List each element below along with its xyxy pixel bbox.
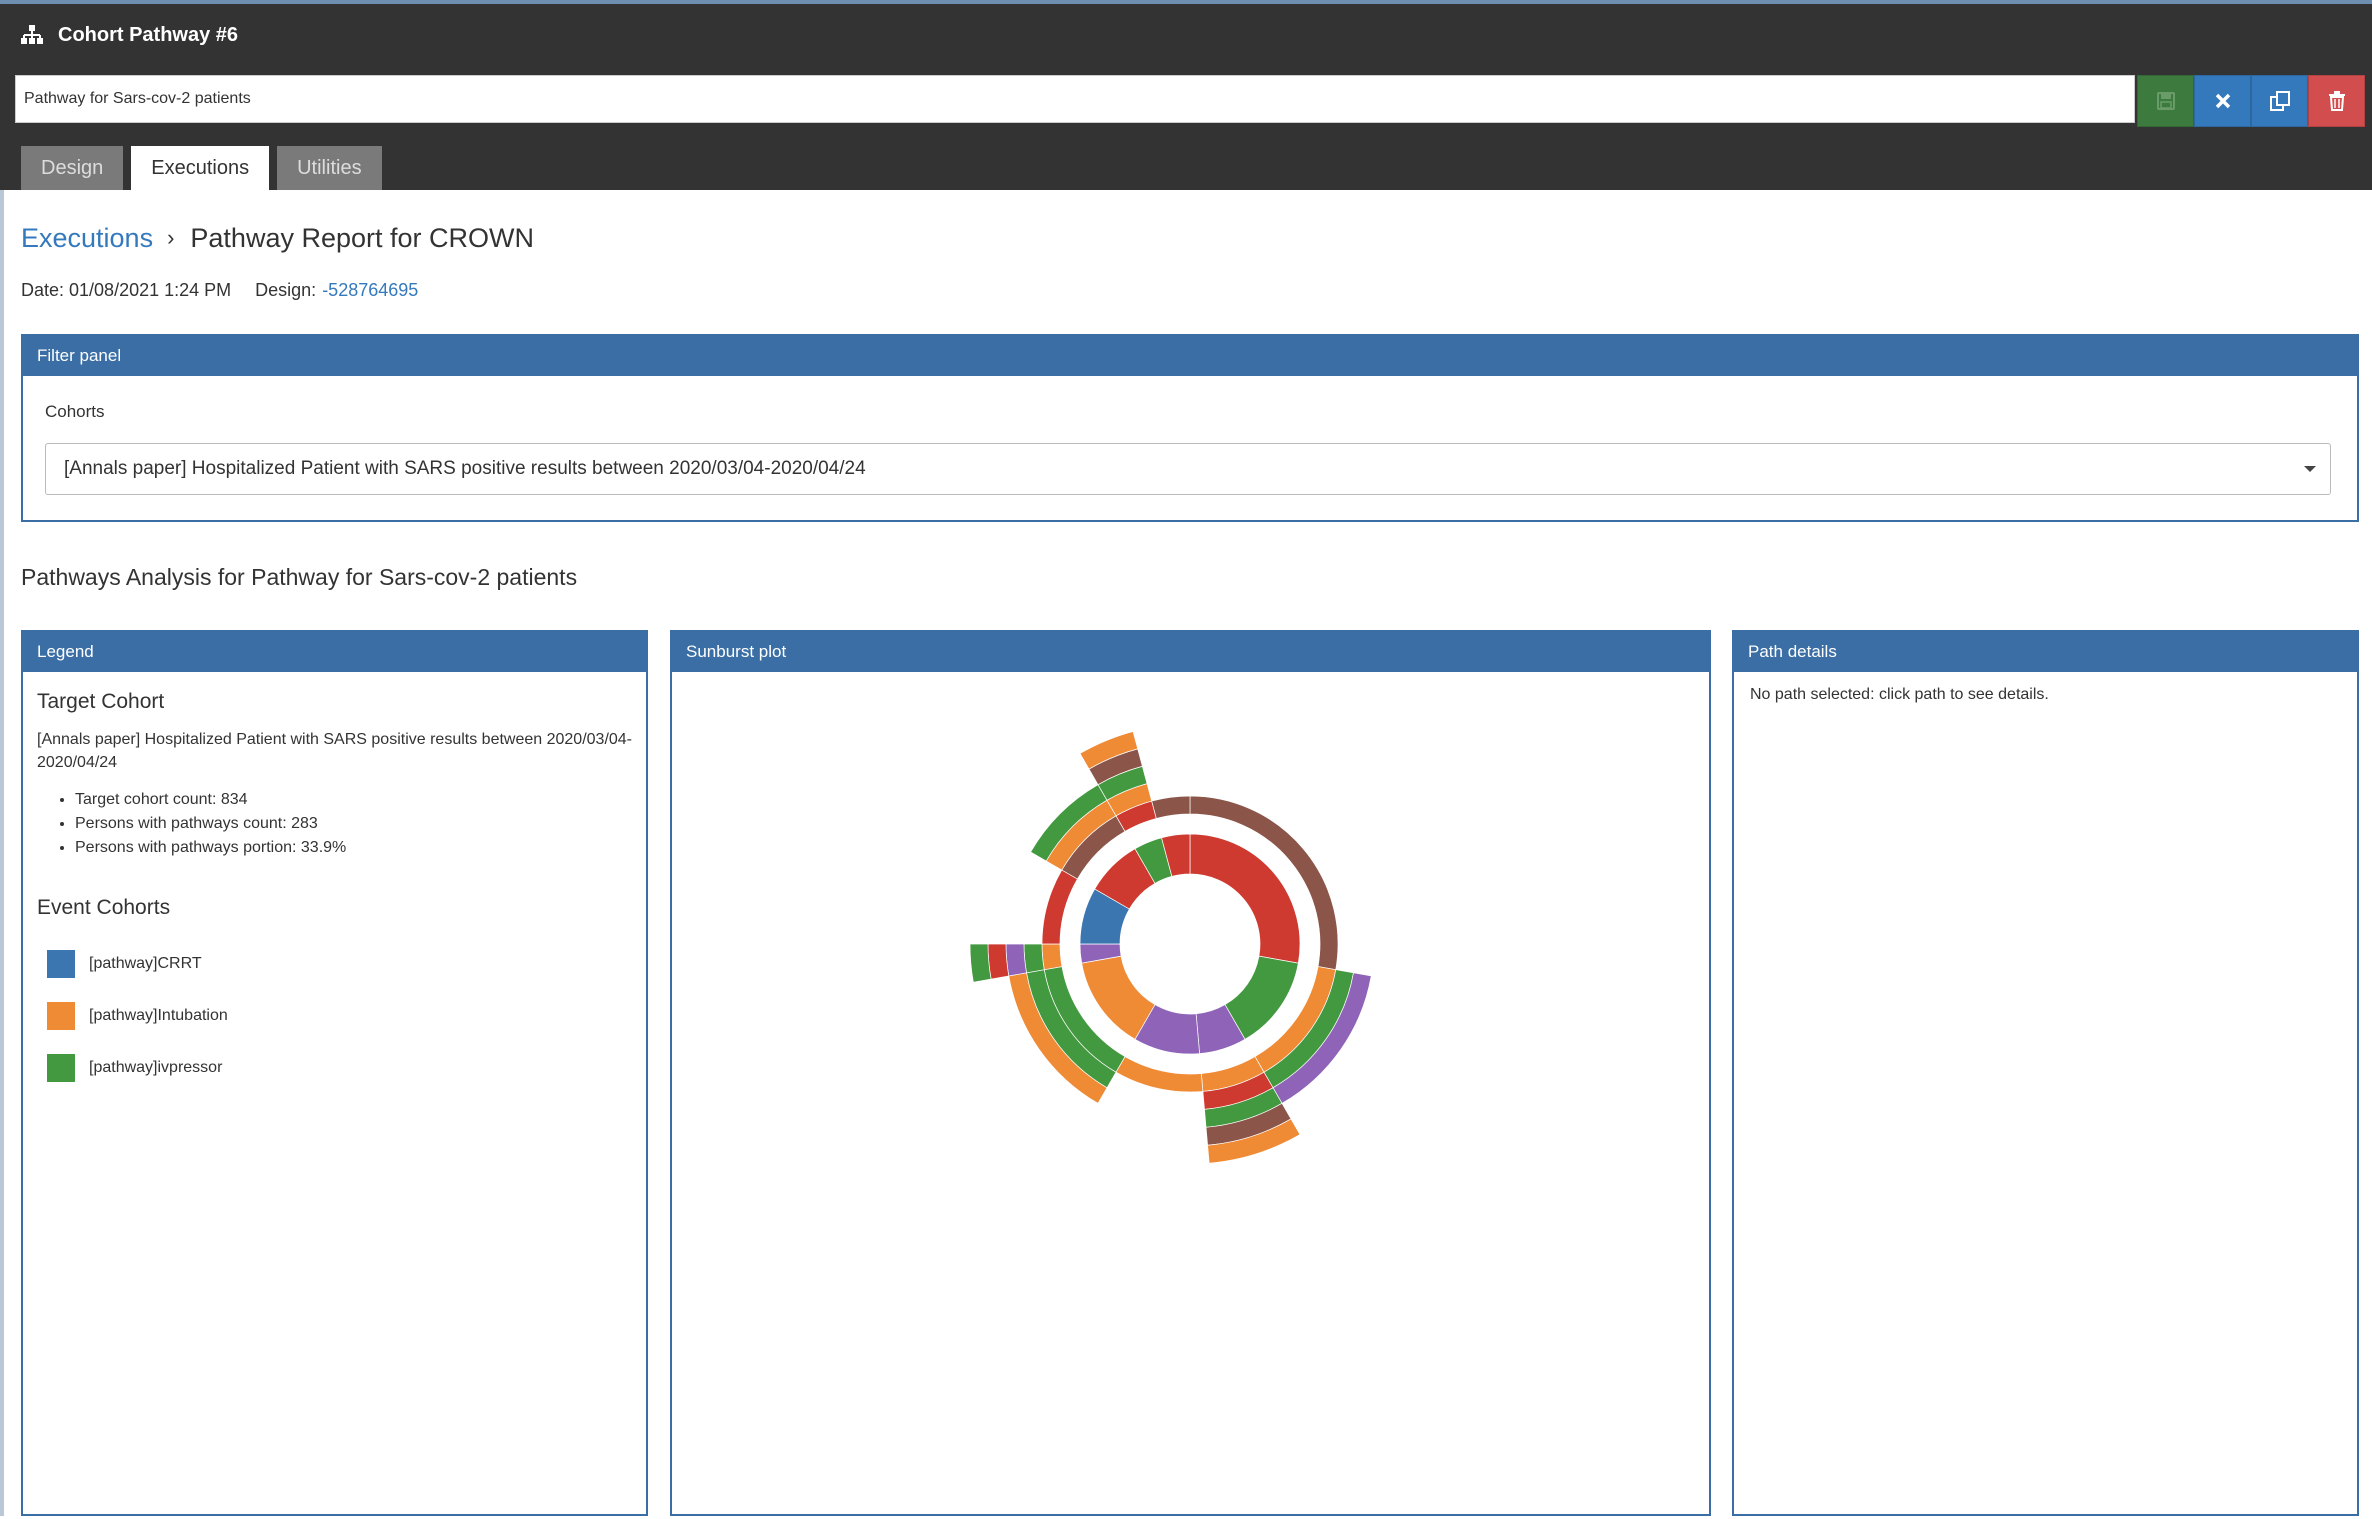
sunburst-plot[interactable] <box>672 672 1709 1514</box>
event-cohort-label: [pathway]CRRT <box>89 955 202 972</box>
tab-design[interactable]: Design <box>21 146 124 190</box>
chevron-right-icon: › <box>167 225 175 250</box>
design-hash-link[interactable]: -528764695 <box>322 280 418 301</box>
cohort-select[interactable]: [Annals paper] Hospitalized Patient with… <box>45 443 2331 495</box>
content-border <box>0 190 4 1516</box>
sunburst-segment[interactable] <box>1041 943 1063 971</box>
tab-utilities[interactable]: Utilities <box>277 146 382 190</box>
event-cohort-intubation: [pathway]Intubation <box>37 990 632 1042</box>
stat-target-count: Target cohort count: 834 <box>75 788 632 812</box>
sunburst-segment[interactable] <box>1023 943 1045 974</box>
tab-executions[interactable]: Executions <box>131 146 270 190</box>
trash-icon <box>2328 91 2345 111</box>
breadcrumb-executions-link[interactable]: Executions <box>21 223 153 254</box>
target-cohort-stats: Target cohort count: 834 Persons with pa… <box>37 788 632 860</box>
path-details-message: No path selected: click path to see deta… <box>1750 686 2049 703</box>
header-bar: Cohort Pathway #6 Pathway for Sars-cov-2… <box>0 0 2372 190</box>
toolbar-buttons <box>2137 75 2365 127</box>
target-cohort-description: [Annals paper] Hospitalized Patient with… <box>37 731 633 771</box>
page-title: Cohort Pathway #6 <box>58 23 239 46</box>
stat-pathways-portion: Persons with pathways portion: 33.9% <box>75 836 632 860</box>
sunburst-segment[interactable] <box>987 943 1010 980</box>
sitemap-icon <box>21 25 43 44</box>
event-cohort-label: [pathway]Intubation <box>89 1007 228 1024</box>
execution-meta: Date: 01/08/2021 1:24 PM Design: -528764… <box>21 280 418 301</box>
color-swatch <box>47 950 75 978</box>
sunburst-segment[interactable] <box>1005 943 1027 977</box>
breadcrumb: Executions › Pathway Report for CROWN <box>21 218 534 258</box>
event-cohort-label: [pathway]ivpressor <box>89 1059 223 1076</box>
path-details-panel: Path details No path selected: click pat… <box>1732 630 2359 1516</box>
sunburst-segment[interactable] <box>1151 795 1191 819</box>
close-button[interactable] <box>2194 75 2251 127</box>
filter-panel-header: Filter panel <box>23 336 2357 376</box>
legend-panel: Legend Target Cohort [Annals paper] Hosp… <box>21 630 648 1516</box>
color-swatch <box>47 1002 75 1030</box>
sunburst-segment[interactable] <box>1115 1056 1204 1093</box>
close-icon <box>2215 93 2230 109</box>
copy-button[interactable] <box>2251 75 2308 127</box>
pathway-name-input[interactable] <box>15 75 2135 123</box>
sunburst-panel: Sunburst plot <box>670 630 1711 1516</box>
sunburst-panel-header: Sunburst plot <box>672 632 1709 672</box>
event-cohort-ivpressor: [pathway]ivpressor <box>37 1042 632 1094</box>
design-label: Design: <box>255 280 317 300</box>
event-cohort-crrt: [pathway]CRRT <box>37 938 632 990</box>
save-button[interactable] <box>2137 75 2194 127</box>
stat-pathways-count: Persons with pathways count: 283 <box>75 812 632 836</box>
tab-bar: Design Executions Utilities <box>21 146 382 190</box>
analysis-title: Pathways Analysis for Pathway for Sars-c… <box>21 564 578 590</box>
color-swatch <box>47 1054 75 1082</box>
cohort-select-value: [Annals paper] Hospitalized Patient with… <box>64 458 866 479</box>
path-details-header: Path details <box>1734 632 2357 672</box>
breadcrumb-current: Pathway Report for CROWN <box>190 222 534 253</box>
sunburst-segment[interactable] <box>1041 869 1078 945</box>
copy-icon <box>2269 91 2290 111</box>
caret-down-icon <box>2304 466 2316 472</box>
title-row: Cohort Pathway #6 <box>20 18 238 52</box>
header-accent <box>0 0 2372 4</box>
legend-panel-header: Legend <box>23 632 646 672</box>
sunburst-center <box>1122 876 1258 1012</box>
target-cohort-heading: Target Cohort <box>37 690 165 713</box>
cohorts-label: Cohorts <box>45 402 105 421</box>
event-cohorts-heading: Event Cohorts <box>37 896 171 919</box>
save-icon <box>2156 92 2175 110</box>
filter-panel: Filter panel Cohorts [Annals paper] Hosp… <box>21 334 2359 522</box>
delete-button[interactable] <box>2308 75 2365 127</box>
execution-date: Date: 01/08/2021 1:24 PM <box>21 280 232 300</box>
sunburst-segment[interactable] <box>969 943 992 983</box>
